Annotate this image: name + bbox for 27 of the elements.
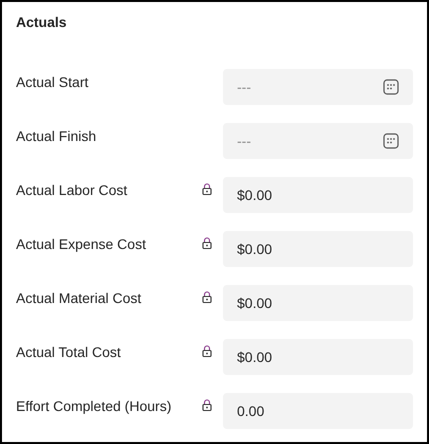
field-label: Actual Total Cost: [16, 343, 122, 360]
field-label: Actual Expense Cost: [16, 235, 147, 252]
lock-icon: [202, 183, 212, 195]
lock-icon: [202, 291, 212, 303]
lock-icon: [202, 345, 212, 357]
field-label: Effort Completed (Hours): [16, 397, 172, 414]
calendar-icon[interactable]: [383, 133, 399, 149]
field-label: Actual Labor Cost: [16, 181, 128, 198]
section-title: Actuals: [16, 13, 68, 32]
field-value: 0.00: [237, 403, 266, 419]
lock-icon: [202, 237, 212, 249]
field-value: $0.00: [237, 187, 274, 203]
field-value: $0.00: [237, 241, 274, 257]
lock-icon: [202, 399, 212, 411]
date-placeholder: ---: [237, 133, 252, 149]
field-label: Actual Finish: [16, 127, 98, 144]
date-placeholder: ---: [237, 79, 252, 95]
field-label: Actual Start: [16, 73, 90, 90]
input-field[interactable]: $0.00: [223, 285, 413, 321]
field-value: $0.00: [237, 349, 274, 365]
input-field[interactable]: 0.00: [223, 393, 413, 429]
field-label: Actual Material Cost: [16, 289, 142, 306]
input-field[interactable]: $0.00: [223, 177, 413, 213]
field-value: $0.00: [237, 295, 274, 311]
calendar-icon[interactable]: [383, 79, 399, 95]
input-field[interactable]: $0.00: [223, 231, 413, 267]
input-field[interactable]: $0.00: [223, 339, 413, 375]
